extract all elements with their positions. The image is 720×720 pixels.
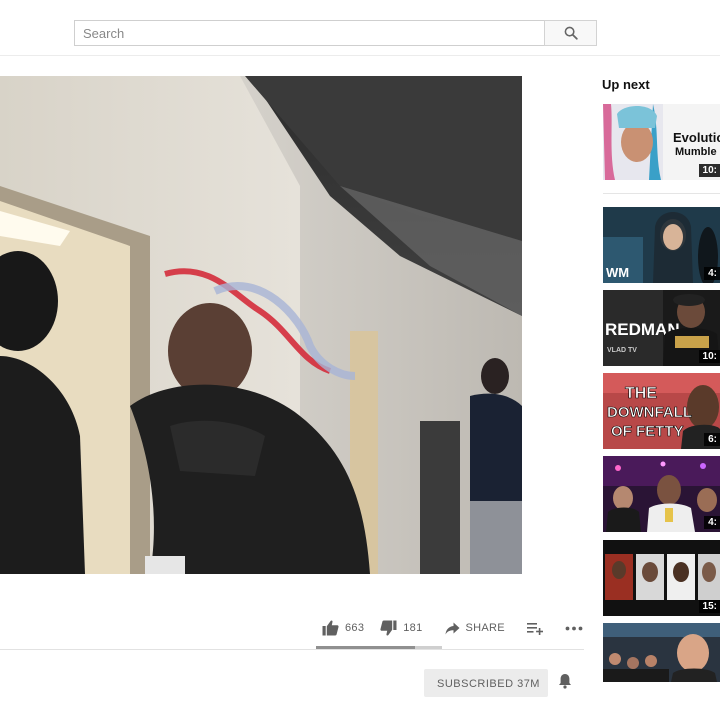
youtube-watch-page: 663 181 SHARE — [0, 0, 720, 720]
video-duration: 6: — [704, 433, 720, 446]
up-next-heading: Up next — [602, 77, 650, 92]
search-icon — [564, 26, 578, 40]
thumbnail-image — [603, 623, 720, 682]
playlist-add-icon — [526, 622, 543, 635]
up-next-separator — [603, 193, 720, 194]
thumbnail-image: WM — [603, 207, 720, 283]
search-input[interactable] — [74, 20, 544, 46]
like-button[interactable]: 663 — [322, 620, 364, 636]
video-thumbnail[interactable]: THE DOWNFALL OF FETTY 6: — [603, 373, 720, 449]
video-thumbnail[interactable] — [603, 623, 720, 682]
thumbnail-image — [603, 456, 720, 532]
dislike-count: 181 — [403, 622, 423, 634]
thumbnail-overlay-subtext: VLAD TV — [607, 347, 637, 354]
search-bar — [74, 20, 597, 46]
save-to-playlist-button[interactable] — [526, 622, 543, 635]
thumbs-down-icon — [380, 620, 397, 636]
video-thumbnail[interactable]: REDMAN VLAD TV 10: — [603, 290, 720, 366]
subscribed-button[interactable]: SUBSCRIBED 37M — [424, 669, 548, 697]
video-player[interactable] — [0, 76, 522, 574]
like-count: 663 — [345, 622, 365, 634]
video-duration: 15: — [698, 600, 720, 613]
bell-icon — [559, 674, 571, 689]
video-duration: 4: — [704, 267, 720, 280]
thumbnail-overlay-line1: THE — [625, 385, 657, 402]
thumbnail-overlay-line2: DOWNFALL — [607, 404, 692, 421]
video-duration: 10: — [698, 350, 720, 363]
more-horizontal-icon — [565, 626, 583, 630]
dislike-button[interactable]: 181 — [380, 620, 422, 636]
info-divider — [0, 649, 584, 650]
share-button[interactable]: SHARE — [445, 622, 505, 635]
thumbnail-title-line2: Mumble R — [675, 146, 720, 158]
search-button[interactable] — [544, 20, 597, 46]
thumbnail-title-line1: Evolution — [673, 130, 720, 145]
more-actions-button[interactable] — [565, 626, 583, 631]
video-thumbnail[interactable]: WM 4: — [603, 207, 720, 283]
thumbnail-image: THE DOWNFALL OF FETTY — [603, 373, 720, 449]
video-duration: 4: — [704, 516, 720, 529]
share-label: SHARE — [465, 622, 505, 634]
thumbnail-overlay-text: WM — [606, 265, 629, 280]
video-thumbnail[interactable]: 15: — [603, 540, 720, 616]
up-next-video-thumbnail[interactable]: Evolution Mumble R 10: — [603, 104, 720, 180]
video-frame — [0, 76, 522, 574]
masthead — [0, 0, 720, 56]
thumbs-up-icon — [322, 620, 339, 636]
video-thumbnail[interactable]: 4: — [603, 456, 720, 532]
video-duration: 10: — [698, 164, 720, 177]
notification-bell-button[interactable] — [558, 673, 572, 694]
share-arrow-icon — [445, 622, 460, 634]
thumbnail-overlay-line3: OF FETTY — [611, 423, 684, 440]
video-actions: 663 181 SHARE — [322, 618, 583, 638]
